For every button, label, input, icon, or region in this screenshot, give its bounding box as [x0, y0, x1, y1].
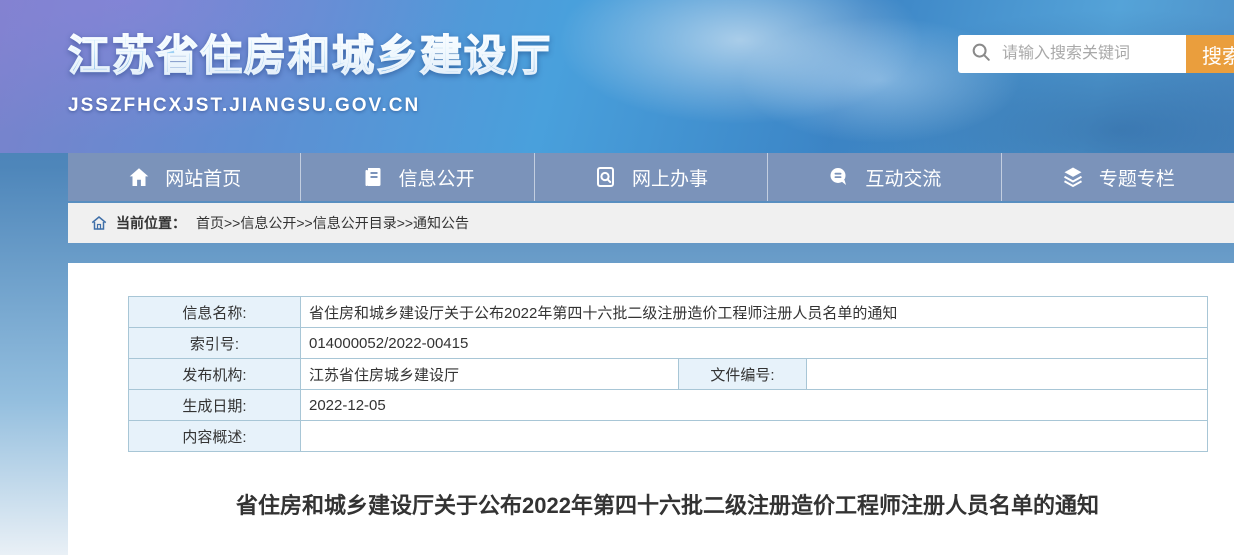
nav-item-label: 网站首页: [165, 164, 241, 191]
site-search: 搜索: [958, 35, 1234, 73]
publish-date-value: 2022-12-05: [301, 390, 1208, 421]
summary-value: [301, 421, 1208, 452]
newspaper-icon: [361, 165, 385, 189]
search-box[interactable]: [958, 35, 1186, 73]
breadcrumb-path[interactable]: 首页>>信息公开>>信息公开目录>>通知公告: [196, 213, 469, 233]
nav-item-label: 网上办事: [632, 164, 708, 191]
nav-item-label: 互动交流: [865, 164, 941, 191]
home-icon: [127, 165, 151, 189]
chat-bubble-icon: [827, 165, 851, 189]
table-row-index-no: 索引号: 014000052/2022-00415: [129, 328, 1208, 359]
nav-item-special-topics[interactable]: 专题专栏: [1002, 153, 1234, 201]
table-row-info-name: 信息名称: 省住房和城乡建设厅关于公布2022年第四十六批二级注册造价工程师注册…: [129, 297, 1208, 328]
publisher-value: 江苏省住房城乡建设厅: [301, 359, 679, 390]
nav-item-label: 专题专栏: [1099, 164, 1175, 191]
site-header: 江苏省住房和城乡建设厅 JSSZFHCXJST.JIANGSU.GOV.CN 搜…: [0, 0, 1234, 153]
document-search-icon: [594, 165, 618, 189]
index-no-label: 索引号:: [129, 328, 301, 359]
home-outline-icon: [90, 214, 108, 232]
summary-label: 内容概述:: [129, 421, 301, 452]
table-row-publish-date: 生成日期: 2022-12-05: [129, 390, 1208, 421]
doc-number-label: 文件编号:: [679, 359, 807, 390]
site-title: 江苏省住房和城乡建设厅: [68, 22, 552, 83]
search-icon: [970, 41, 1000, 68]
main-content: 信息名称: 省住房和城乡建设厅关于公布2022年第四十六批二级注册造价工程师注册…: [68, 263, 1234, 555]
nav-item-label: 信息公开: [399, 164, 475, 191]
publisher-label: 发布机构:: [129, 359, 301, 390]
site-brand[interactable]: 江苏省住房和城乡建设厅 JSSZFHCXJST.JIANGSU.GOV.CN: [68, 22, 552, 117]
table-row-publisher: 发布机构: 江苏省住房城乡建设厅 文件编号:: [129, 359, 1208, 390]
info-table: 信息名称: 省住房和城乡建设厅关于公布2022年第四十六批二级注册造价工程师注册…: [128, 296, 1208, 452]
nav-item-interaction[interactable]: 互动交流: [768, 153, 1001, 201]
publish-date-label: 生成日期:: [129, 390, 301, 421]
site-url: JSSZFHCXJST.JIANGSU.GOV.CN: [68, 95, 552, 117]
info-name-value: 省住房和城乡建设厅关于公布2022年第四十六批二级注册造价工程师注册人员名单的通…: [301, 297, 1208, 328]
nav-item-home[interactable]: 网站首页: [68, 153, 301, 201]
main-nav: 网站首页 信息公开 网上办事: [68, 153, 1234, 201]
info-name-label: 信息名称:: [129, 297, 301, 328]
breadcrumb-label: 当前位置：: [116, 213, 186, 233]
nav-item-online-services[interactable]: 网上办事: [535, 153, 768, 201]
layers-icon: [1061, 165, 1085, 189]
table-row-summary: 内容概述:: [129, 421, 1208, 452]
breadcrumb: 当前位置： 首页>>信息公开>>信息公开目录>>通知公告: [68, 203, 1234, 243]
page-title: 省住房和城乡建设厅关于公布2022年第四十六批二级注册造价工程师注册人员名单的通…: [128, 488, 1207, 520]
search-button[interactable]: 搜索: [1186, 35, 1234, 73]
search-input[interactable]: [1000, 44, 1178, 64]
index-no-value: 014000052/2022-00415: [301, 328, 1208, 359]
doc-number-value: [807, 359, 1208, 390]
nav-item-info-disclosure[interactable]: 信息公开: [301, 153, 534, 201]
